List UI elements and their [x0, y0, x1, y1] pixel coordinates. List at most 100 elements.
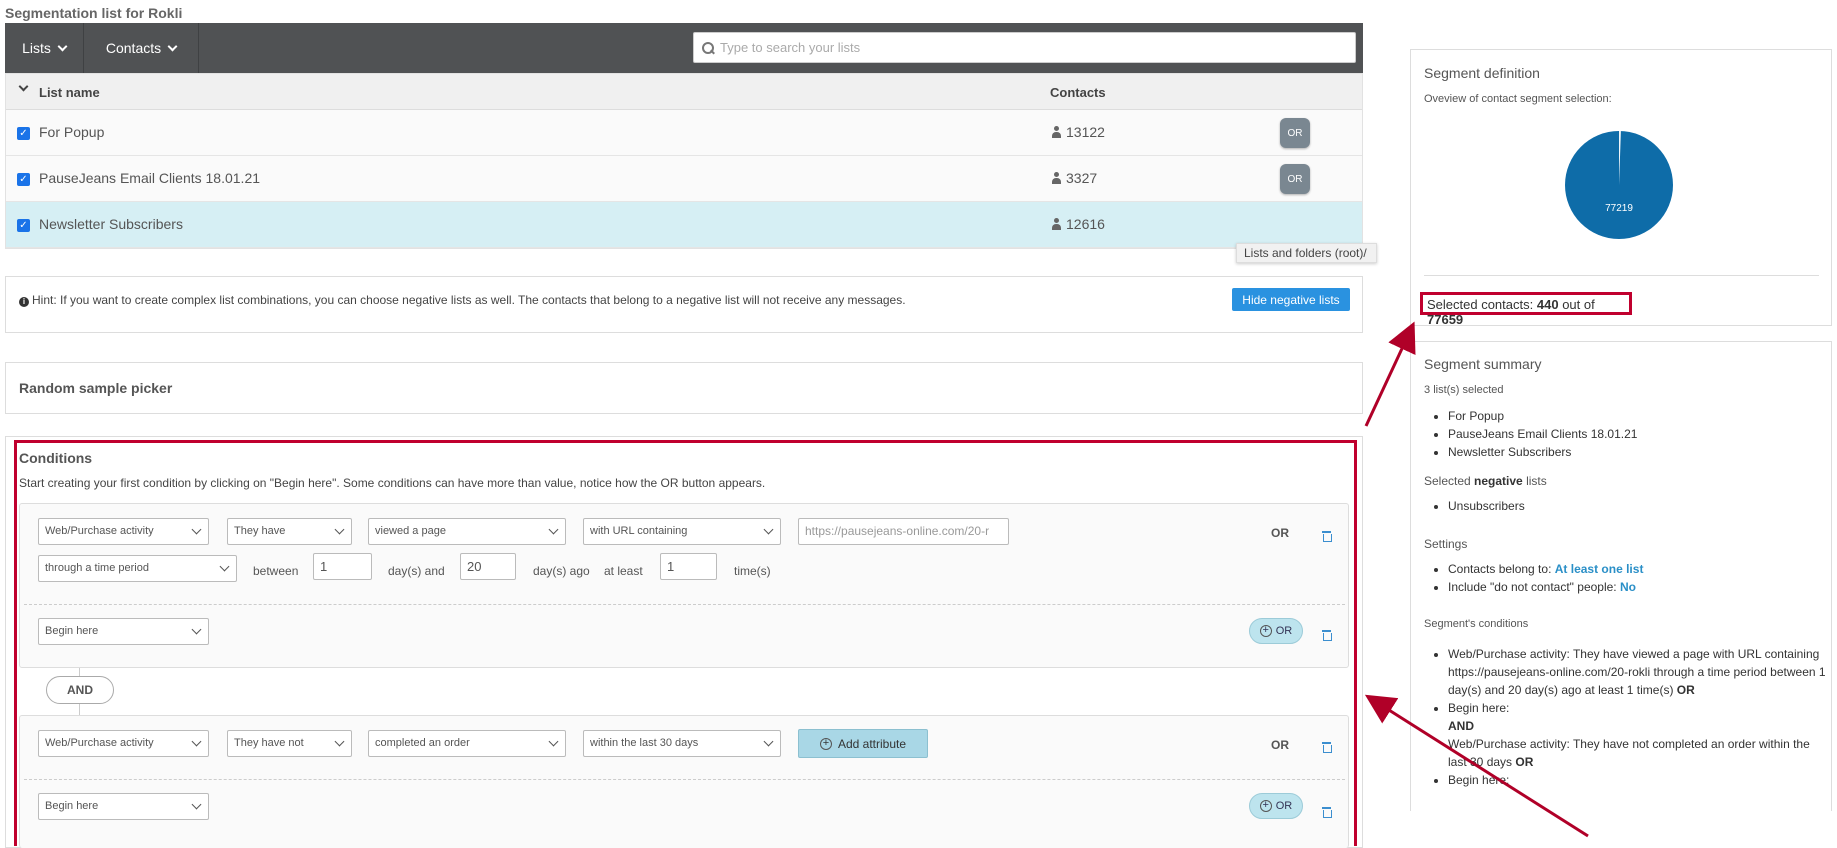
negative-lists-label: Selected negative lists	[1424, 474, 1547, 488]
url-input[interactable]: https://pausejeans-online.com/20-r	[798, 518, 1009, 545]
filter-select[interactable]: within the last 30 days	[583, 730, 781, 757]
row-checkbox[interactable]: ✓	[17, 127, 30, 140]
count-value: 13122	[1066, 124, 1105, 140]
contacts-menu-button[interactable]: Contacts	[84, 23, 199, 73]
condition-summary: Begin here:	[1448, 771, 1826, 789]
to-days-input[interactable]: 20	[460, 553, 516, 580]
chevron-down-icon	[57, 41, 68, 51]
hint-text: Hint: If you want to create complex list…	[32, 293, 906, 307]
lists-menu-button[interactable]: Lists	[5, 23, 84, 73]
lists-selected: 3 list(s) selected	[1424, 384, 1503, 396]
plus-circle-icon: +	[819, 737, 832, 750]
negative-lists: Unsubscribers	[1426, 500, 1525, 518]
selected-count: 440	[1536, 297, 1559, 312]
lists-count: 3	[1424, 384, 1431, 396]
or-label: OR	[1271, 738, 1289, 752]
col-contacts: Contacts	[1050, 85, 1106, 100]
search-icon	[702, 41, 714, 54]
or-pill-label: OR	[1275, 625, 1293, 637]
dnc-value-link[interactable]: No	[1620, 580, 1636, 594]
segment-definition-subtitle: Oveview of contact segment selection:	[1424, 93, 1612, 105]
list-item: For Popup	[1448, 410, 1637, 422]
list-item: PauseJeans Email Clients 18.01.21	[1448, 428, 1637, 440]
times-label: time(s)	[734, 564, 771, 578]
table-row[interactable]: ✓ For Popup 13122 OR	[6, 110, 1362, 156]
activity-select[interactable]: Web/Purchase activity	[38, 730, 209, 757]
count-value: 3327	[1066, 170, 1098, 186]
dnc-prefix: Include "do not contact" people:	[1448, 580, 1617, 594]
arrow-annotation	[1364, 321, 1416, 427]
connector-line	[79, 668, 80, 676]
collapse-chevron-icon[interactable]	[18, 81, 29, 92]
and-text: AND	[1448, 719, 1474, 733]
lists-menu-label: Lists	[22, 40, 51, 56]
begin-here-select[interactable]: Begin here	[38, 793, 209, 820]
row-checkbox[interactable]: ✓	[17, 173, 30, 186]
times-input[interactable]: 1	[660, 553, 717, 580]
count-value: 12616	[1066, 216, 1105, 232]
search-input[interactable]	[720, 40, 1320, 55]
trash-icon[interactable]	[1322, 742, 1332, 753]
trash-icon[interactable]	[1322, 807, 1332, 818]
filter-select[interactable]: with URL containing	[583, 518, 781, 545]
page-title: Segmentation list for Rokli	[5, 5, 183, 21]
conditions-title: Conditions	[19, 450, 93, 466]
list-name: PauseJeans Email Clients 18.01.21	[39, 170, 261, 186]
neg-word: negative	[1474, 474, 1523, 488]
settings-list: Contacts belong to: At least one list In…	[1426, 563, 1643, 599]
condition-text: Begin here:	[1448, 701, 1510, 715]
add-or-button[interactable]: + OR	[1249, 618, 1303, 644]
person-icon	[1052, 126, 1061, 138]
condition-summary: Web/Purchase activity: They have viewed …	[1448, 645, 1826, 699]
plus-circle-icon: +	[1259, 625, 1272, 637]
and-button[interactable]: AND	[46, 676, 114, 704]
add-or-button[interactable]: + OR	[1249, 793, 1303, 819]
random-sample-title: Random sample picker	[19, 380, 173, 396]
list-table: List name Contacts ✓ For Popup 13122 OR …	[5, 73, 1363, 249]
divider	[1424, 275, 1819, 276]
col-list-name: List name	[39, 85, 100, 100]
from-days-input[interactable]: 1	[313, 553, 372, 580]
activity-select[interactable]: Web/Purchase activity	[38, 518, 209, 545]
row-checkbox[interactable]: ✓	[17, 219, 30, 232]
info-icon: i	[19, 297, 29, 307]
segment-summary-title: Segment summary	[1424, 356, 1542, 372]
person-icon	[1052, 218, 1061, 230]
segment-conditions-list: Web/Purchase activity: They have viewed …	[1426, 645, 1826, 789]
list-name: For Popup	[39, 124, 105, 140]
segment-definition-title: Segment definition	[1424, 65, 1540, 81]
or-button[interactable]: OR	[1280, 118, 1310, 148]
period-select[interactable]: through a time period	[38, 555, 237, 582]
table-row[interactable]: ✓ Newsletter Subscribers 12616	[6, 202, 1362, 248]
action-select[interactable]: viewed a page	[368, 518, 566, 545]
contact-count: 3327	[1052, 170, 1097, 186]
begin-here-select[interactable]: Begin here	[38, 618, 209, 645]
action-select[interactable]: completed an order	[368, 730, 566, 757]
search-box	[693, 32, 1356, 63]
days-and-label: day(s) and	[388, 564, 445, 578]
have-select[interactable]: They have not	[227, 730, 352, 757]
top-navbar: Lists Contacts	[5, 23, 1363, 73]
or-button[interactable]: OR	[1280, 164, 1310, 194]
pie-label: 77219	[1605, 203, 1633, 214]
total-count: 77659	[1427, 312, 1464, 327]
belong-value-link[interactable]: At least one list	[1555, 562, 1644, 576]
chevron-down-icon	[167, 41, 178, 51]
trash-icon[interactable]	[1322, 630, 1332, 641]
condition-group: Web/Purchase activity They have viewed a…	[19, 503, 1349, 668]
table-row[interactable]: ✓ PauseJeans Email Clients 18.01.21 3327…	[6, 156, 1362, 202]
hide-negative-lists-button[interactable]: Hide negative lists	[1232, 288, 1350, 311]
list-item: Unsubscribers	[1448, 500, 1525, 512]
setting-dnc: Include "do not contact" people: No	[1448, 581, 1643, 593]
trash-icon[interactable]	[1322, 531, 1332, 542]
selected-contacts: Selected contacts: 440 out of 77659	[1420, 292, 1632, 327]
have-select[interactable]: They have	[227, 518, 352, 545]
days-ago-label: day(s) ago	[533, 564, 590, 578]
random-sample-panel[interactable]: Random sample picker	[5, 362, 1363, 414]
add-attribute-button[interactable]: + Add attribute	[798, 729, 928, 758]
list-name: Newsletter Subscribers	[39, 216, 183, 232]
dashed-divider	[24, 779, 1345, 780]
belong-prefix: Contacts belong to:	[1448, 562, 1552, 576]
connector-line	[79, 704, 80, 715]
hint: i Hint: If you want to create complex lis…	[19, 293, 906, 307]
